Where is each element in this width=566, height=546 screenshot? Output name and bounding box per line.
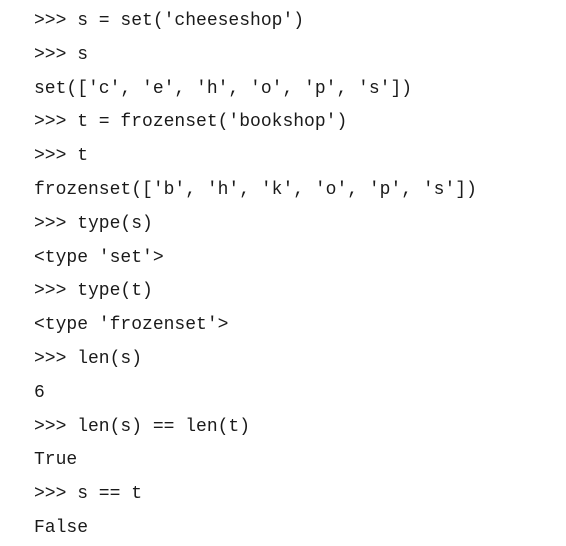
output-line: <type 'frozenset'> (34, 315, 229, 336)
prompt-line: >>> t (34, 146, 89, 167)
prompt-line: >>> len(s) (34, 348, 143, 369)
prompt-line: >>> s = set('cheeseshop') (34, 11, 305, 31)
prompt-line: >>> type(s) (34, 213, 153, 234)
prompt-line: >>> type(t) (34, 281, 153, 302)
prompt-line: >>> len(s) == len(t) (34, 416, 251, 437)
prompt-line: >>> s == t (34, 484, 143, 505)
output-line: True (34, 450, 78, 471)
output-line: False (34, 517, 89, 538)
output-line: 6 (34, 382, 45, 403)
prompt-line: >>> t = frozenset('bookshop') (34, 112, 348, 133)
output-line: set(['c', 'e', 'h', 'o', 'p', 's']) (34, 78, 413, 99)
prompt-line: >>> s (34, 44, 89, 65)
interpreter-transcript: >>> s = set('cheeseshop') >>> s set(['c'… (34, 5, 477, 546)
output-line: frozenset(['b', 'h', 'k', 'o', 'p', 's']… (34, 179, 477, 200)
output-line: <type 'set'> (34, 247, 164, 268)
